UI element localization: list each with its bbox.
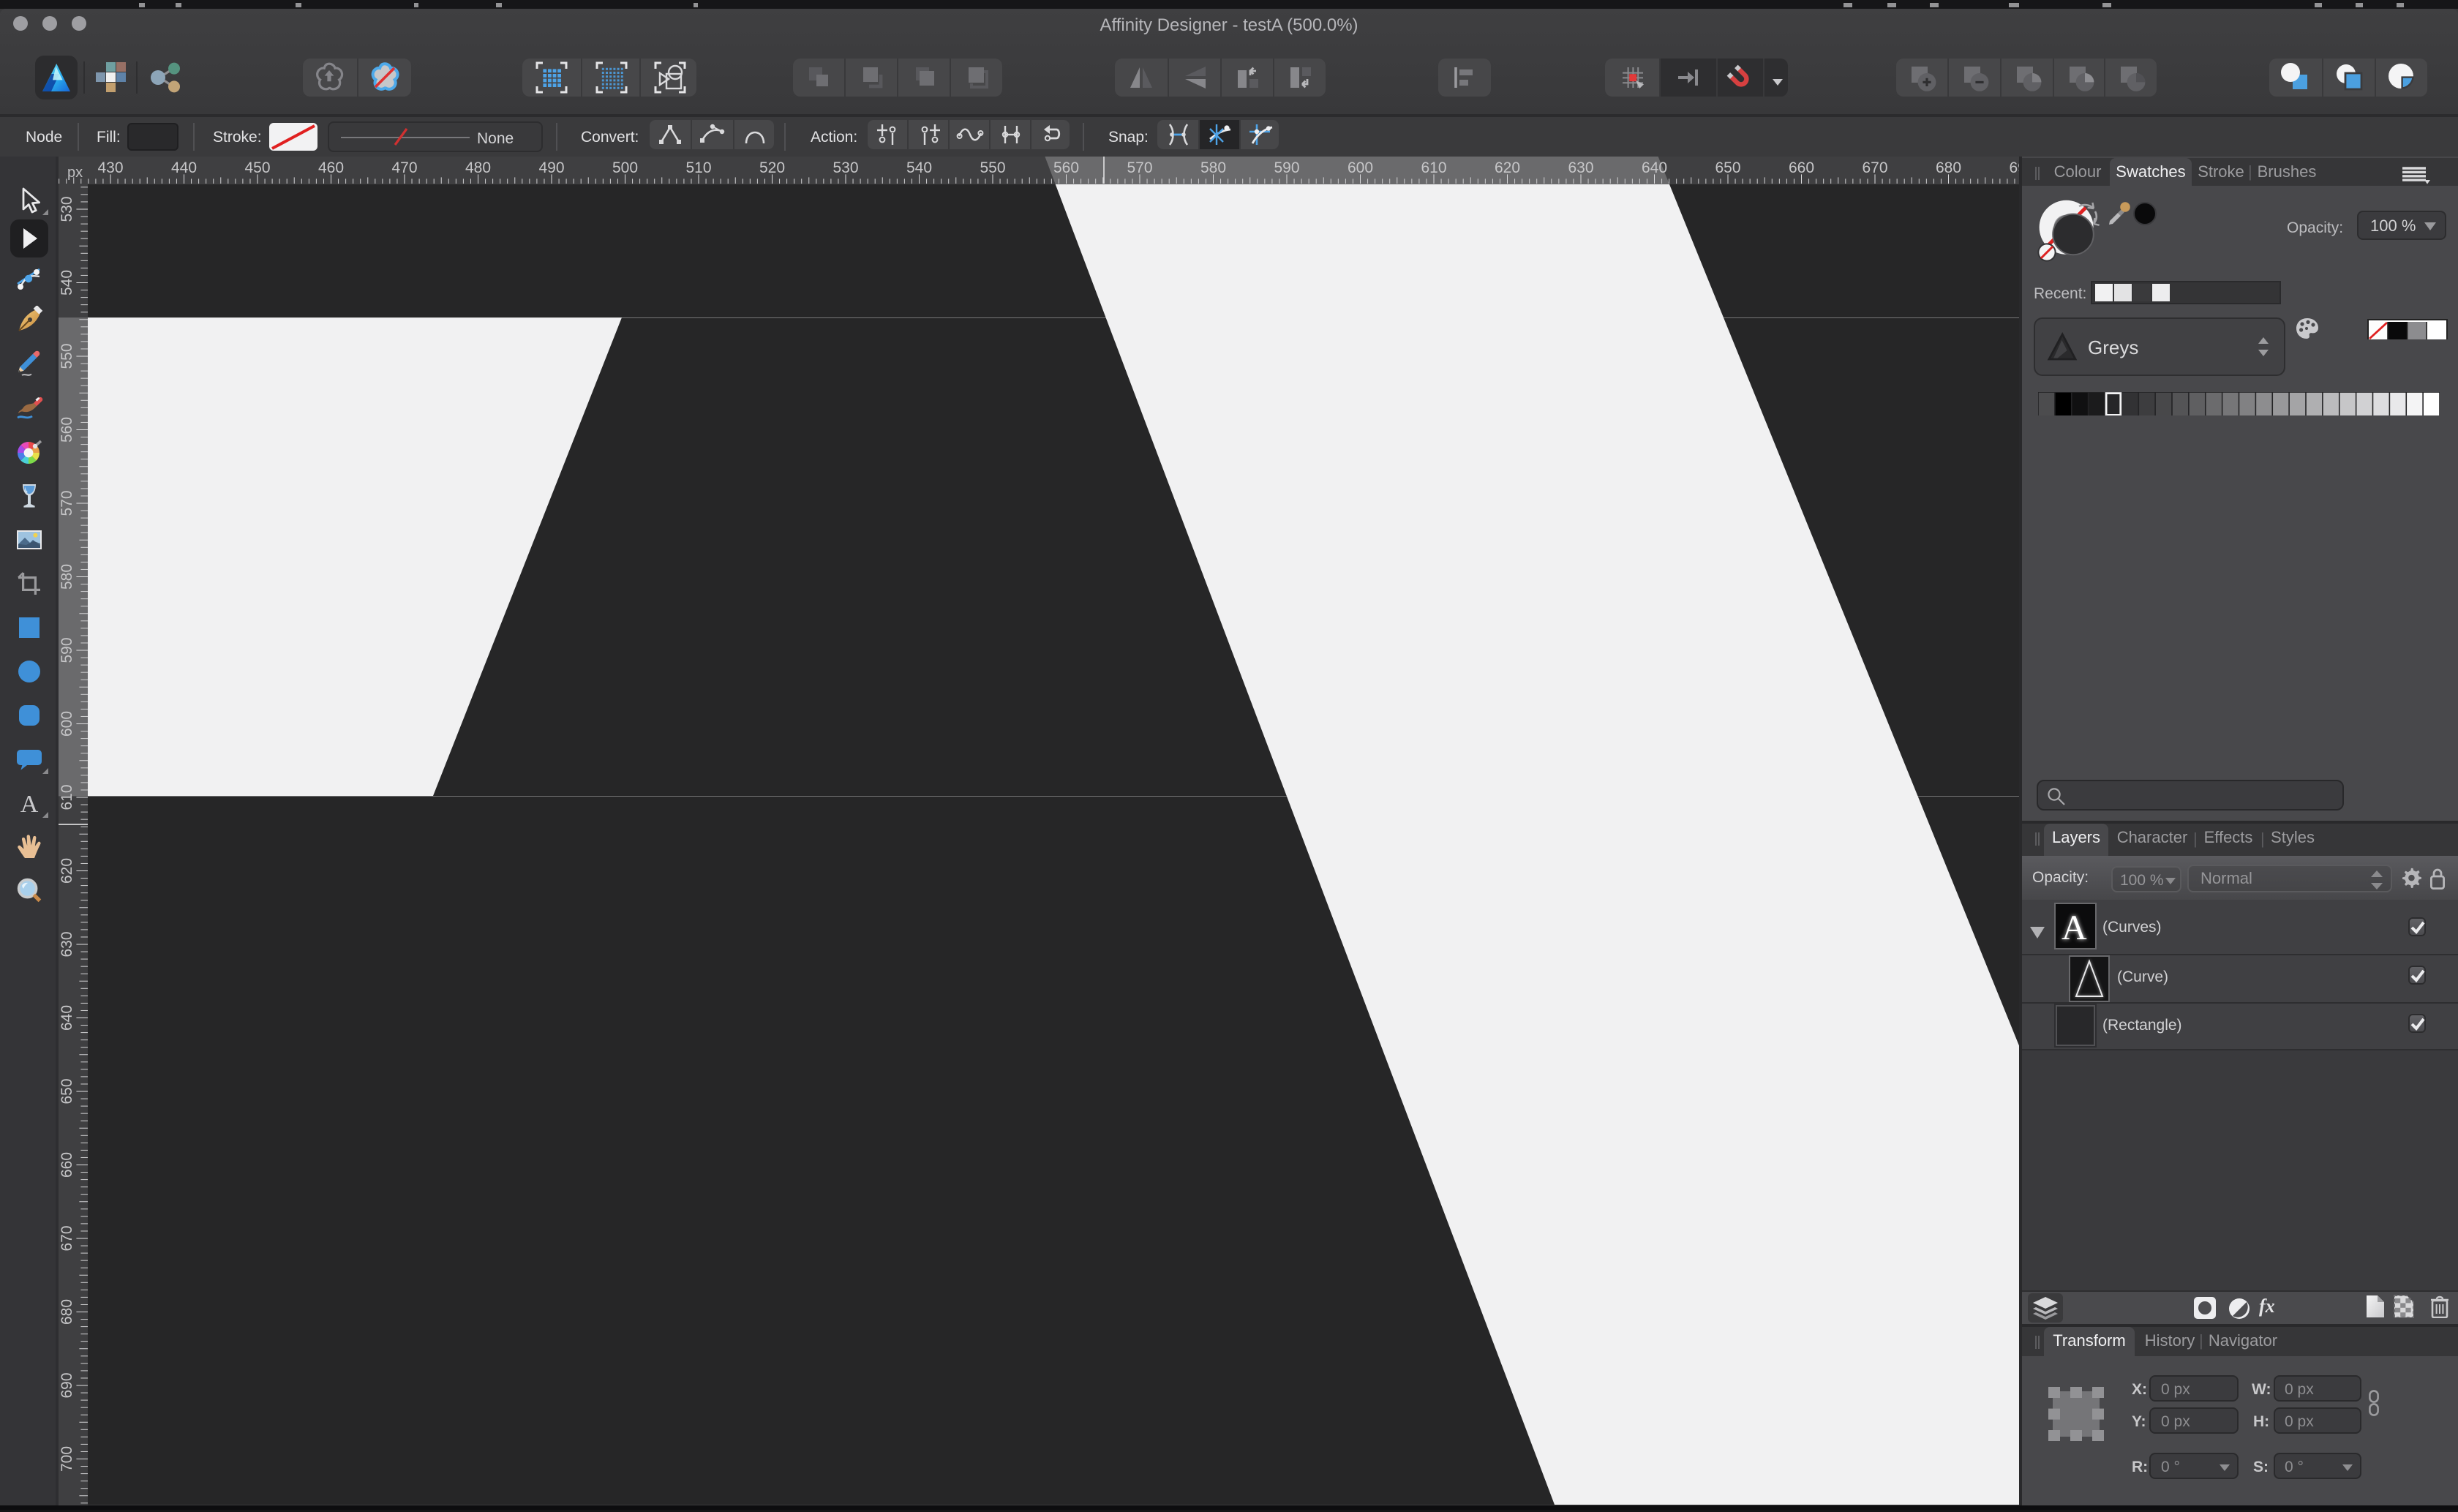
svg-text:650: 650 (1715, 159, 1740, 176)
svg-text:670: 670 (59, 1225, 75, 1250)
svg-text:430: 430 (97, 159, 123, 176)
svg-text:610: 610 (1421, 159, 1446, 176)
svg-text:560: 560 (1053, 159, 1079, 176)
svg-text:530: 530 (833, 159, 858, 176)
svg-text:600: 600 (1348, 159, 1373, 176)
svg-text:470: 470 (391, 159, 417, 176)
svg-text:540: 540 (59, 269, 75, 295)
svg-text:A: A (20, 791, 39, 818)
svg-text:680: 680 (59, 1298, 75, 1324)
svg-text:570: 570 (59, 489, 75, 515)
svg-text:660: 660 (59, 1151, 75, 1177)
svg-text:620: 620 (59, 857, 75, 883)
svg-text:550: 550 (59, 342, 75, 368)
svg-text:530: 530 (59, 195, 75, 221)
svg-text:640: 640 (59, 1004, 75, 1030)
svg-text:450: 450 (244, 159, 270, 176)
svg-text:490: 490 (538, 159, 564, 176)
svg-text:460: 460 (318, 159, 344, 176)
svg-text:700: 700 (59, 1445, 75, 1471)
svg-text:480: 480 (465, 159, 491, 176)
svg-text:440: 440 (171, 159, 197, 176)
svg-text:580: 580 (59, 563, 75, 589)
svg-text:px: px (67, 165, 83, 181)
svg-text:670: 670 (1862, 159, 1887, 176)
svg-text:540: 540 (906, 159, 932, 176)
svg-text:550: 550 (980, 159, 1005, 176)
svg-text:660: 660 (1789, 159, 1814, 176)
svg-text:590: 590 (59, 636, 75, 662)
svg-text:510: 510 (685, 159, 711, 176)
svg-text:620: 620 (1495, 159, 1520, 176)
svg-text:520: 520 (759, 159, 785, 176)
svg-text:630: 630 (59, 930, 75, 956)
svg-text:690: 690 (59, 1372, 75, 1397)
svg-text:580: 580 (1200, 159, 1226, 176)
svg-text:500: 500 (612, 159, 638, 176)
svg-text:690: 690 (2009, 159, 2019, 176)
svg-text:590: 590 (1274, 159, 1299, 176)
svg-text:630: 630 (1568, 159, 1593, 176)
svg-text:570: 570 (1127, 159, 1152, 176)
svg-text:650: 650 (59, 1077, 75, 1103)
svg-text:610: 610 (59, 783, 75, 809)
svg-text:640: 640 (1642, 159, 1667, 176)
svg-text:680: 680 (1936, 159, 1961, 176)
svg-text:600: 600 (59, 710, 75, 736)
svg-text:560: 560 (59, 416, 75, 442)
